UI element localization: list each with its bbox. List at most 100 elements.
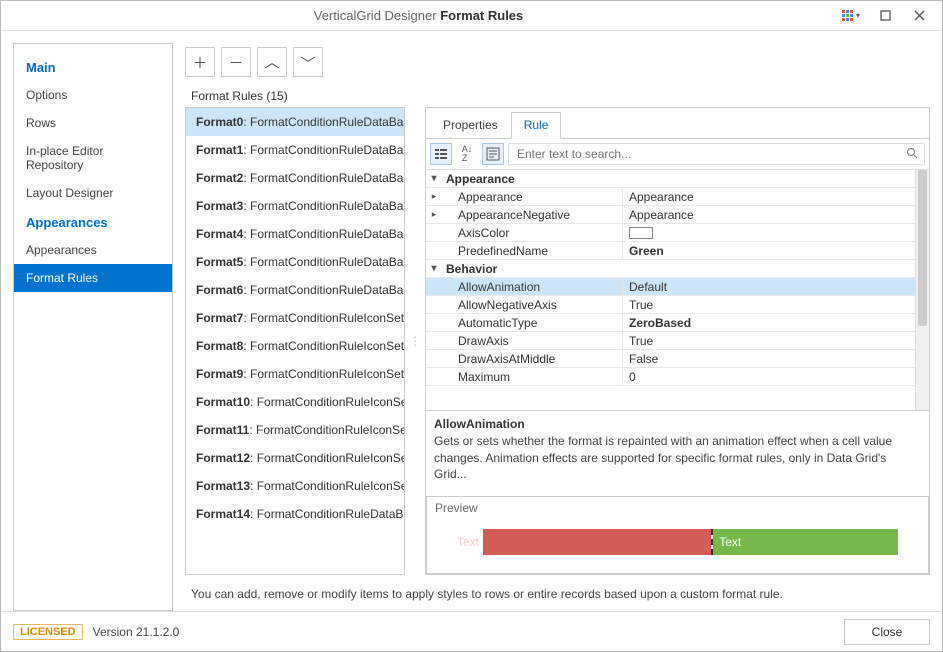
list-item-type: : FormatConditionRuleIconSet (243, 367, 404, 381)
list-item[interactable]: Format8: FormatConditionRuleIconSet (186, 332, 404, 360)
expand-icon[interactable] (426, 191, 442, 202)
list-item-type: : FormatConditionRuleIconSet (243, 311, 404, 325)
list-item[interactable]: Format4: FormatConditionRuleDataBar (186, 220, 404, 248)
property-row[interactable]: Maximum0 (426, 368, 915, 386)
move-up-button[interactable]: ︿ (257, 47, 287, 77)
property-name: PredefinedName (442, 244, 622, 258)
color-grid-icon (842, 10, 853, 21)
property-category[interactable]: ▾Behavior (426, 260, 915, 278)
list-item-type: : FormatConditionRuleDataBar (250, 507, 405, 521)
property-row[interactable]: AxisColor (426, 224, 915, 242)
list-item[interactable]: Format14: FormatConditionRuleDataBar (186, 500, 404, 528)
property-row[interactable]: DrawAxisAtMiddleFalse (426, 350, 915, 368)
sidebar-item-format-rules[interactable]: Format Rules (14, 264, 172, 292)
property-scrollbar[interactable] (915, 170, 929, 410)
list-item[interactable]: Format13: FormatConditionRuleIconSet (186, 472, 404, 500)
property-row[interactable]: AllowAnimationDefault (426, 278, 915, 296)
tab-rule[interactable]: Rule (511, 112, 562, 139)
property-value[interactable] (622, 224, 915, 241)
property-row[interactable]: DrawAxisTrue (426, 332, 915, 350)
property-row[interactable]: AppearanceAppearance (426, 188, 915, 206)
list-item-name: Format14 (196, 507, 250, 521)
remove-button[interactable]: － (221, 47, 251, 77)
titlebar-controls: ▾ (836, 5, 942, 27)
preview-neg-label: Text (457, 535, 479, 549)
sidebar-item-options[interactable]: Options (14, 81, 172, 109)
maximize-button[interactable] (870, 5, 900, 27)
sidebar-item-appearances[interactable]: Appearances (14, 236, 172, 264)
property-value[interactable]: ZeroBased (622, 314, 915, 331)
property-value[interactable]: Default (622, 278, 915, 295)
property-value[interactable]: True (622, 332, 915, 349)
search-box[interactable] (508, 143, 925, 165)
property-name: Appearance (442, 190, 622, 204)
add-button[interactable]: ＋ (185, 47, 215, 77)
sidebar-item-layout-designer[interactable]: Layout Designer (14, 179, 172, 207)
close-window-button[interactable] (904, 5, 934, 27)
list-item[interactable]: Format0: FormatConditionRuleDataBar (186, 108, 404, 136)
preview-bar-positive: Text (713, 529, 898, 555)
hint-text: You can add, remove or modify items to a… (185, 587, 930, 611)
list-item[interactable]: Format7: FormatConditionRuleIconSet (186, 304, 404, 332)
property-value[interactable]: 0 (622, 368, 915, 385)
move-down-button[interactable]: ﹀ (293, 47, 323, 77)
list-item-name: Format7 (196, 311, 243, 325)
property-row[interactable]: PredefinedNameGreen (426, 242, 915, 260)
sidebar-group-header[interactable]: Appearances (14, 207, 172, 236)
description-icon (486, 147, 500, 161)
list-item-name: Format2 (196, 171, 243, 185)
categorized-button[interactable] (430, 143, 452, 165)
collapse-icon[interactable]: ▾ (426, 263, 442, 274)
expand-icon[interactable] (426, 209, 442, 220)
list-item[interactable]: Format10: FormatConditionRuleIconSet (186, 388, 404, 416)
scrollbar-thumb[interactable] (918, 170, 927, 326)
list-item[interactable]: Format3: FormatConditionRuleDataBar (186, 192, 404, 220)
plus-icon: ＋ (192, 52, 207, 73)
list-item[interactable]: Format11: FormatConditionRuleIconSet (186, 416, 404, 444)
property-name: AxisColor (442, 226, 622, 240)
licensed-badge: LICENSED (13, 624, 83, 640)
property-value[interactable]: False (622, 350, 915, 367)
list-item[interactable]: Format2: FormatConditionRuleDataBar (186, 164, 404, 192)
property-category[interactable]: ▾Appearance (426, 170, 915, 188)
property-row[interactable]: AppearanceNegativeAppearance (426, 206, 915, 224)
minus-icon: － (228, 52, 243, 73)
appearance-chooser-button[interactable]: ▾ (836, 5, 866, 27)
designer-window: VerticalGrid Designer Format Rules ▾ Mai… (0, 0, 943, 652)
property-value[interactable]: Green (622, 242, 915, 259)
color-swatch[interactable] (629, 227, 653, 239)
search-input[interactable] (515, 146, 906, 162)
sidebar-item-in-place-editor-repository[interactable]: In-place Editor Repository (14, 137, 172, 179)
body: MainOptionsRowsIn-place Editor Repositor… (1, 31, 942, 611)
splitter[interactable]: ⋮ (411, 107, 419, 575)
format-rules-list[interactable]: Format0: FormatConditionRuleDataBarForma… (185, 107, 405, 575)
list-item-name: Format8 (196, 339, 243, 353)
rule-details-pane: PropertiesRule A↓Z (425, 107, 930, 575)
list-item-name: Format6 (196, 283, 243, 297)
property-value[interactable]: Appearance (622, 206, 915, 223)
preview-databar: Text (483, 529, 898, 555)
list-item[interactable]: Format1: FormatConditionRuleDataBar (186, 136, 404, 164)
list-item[interactable]: Format6: FormatConditionRuleDataBar (186, 276, 404, 304)
description-text: Gets or sets whether the format is repai… (434, 433, 921, 482)
property-row[interactable]: AllowNegativeAxisTrue (426, 296, 915, 314)
close-button[interactable]: Close (844, 619, 930, 645)
toolbar: ＋ － ︿ ﹀ (185, 43, 930, 87)
collapse-icon[interactable]: ▾ (426, 173, 442, 184)
list-item-type: : FormatConditionRuleIconSet (250, 395, 405, 409)
tab-properties[interactable]: Properties (430, 112, 511, 139)
sidebar-group-header[interactable]: Main (14, 52, 172, 81)
list-item[interactable]: Format12: FormatConditionRuleIconSet (186, 444, 404, 472)
list-item[interactable]: Format5: FormatConditionRuleDataBar (186, 248, 404, 276)
property-row[interactable]: AutomaticTypeZeroBased (426, 314, 915, 332)
search-icon (906, 147, 918, 162)
sidebar-item-rows[interactable]: Rows (14, 109, 172, 137)
list-item[interactable]: Format9: FormatConditionRuleIconSet (186, 360, 404, 388)
window-title: VerticalGrid Designer Format Rules (1, 8, 836, 23)
alphabetical-button[interactable]: A↓Z (456, 143, 478, 165)
list-item-name: Format12 (196, 451, 250, 465)
property-value[interactable]: True (622, 296, 915, 313)
description-button[interactable] (482, 143, 504, 165)
property-grid[interactable]: ▾AppearanceAppearanceAppearanceAppearanc… (426, 170, 929, 410)
property-value[interactable]: Appearance (622, 188, 915, 205)
